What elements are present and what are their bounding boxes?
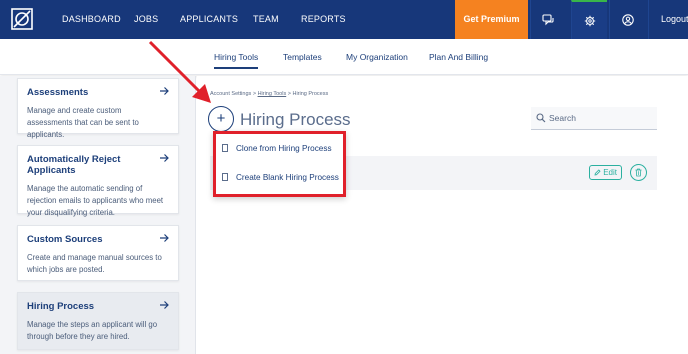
- card-title: Custom Sources: [27, 234, 103, 245]
- card-assessments[interactable]: Assessments Manage and create custom ass…: [17, 78, 179, 139]
- tab-templates[interactable]: Templates: [283, 52, 322, 62]
- tab-hiring-tools[interactable]: Hiring Tools: [214, 52, 259, 69]
- breadcrumb: Account Settings > Hiring Tools > Hiring…: [210, 91, 328, 97]
- arrow-right-icon: [160, 234, 169, 242]
- card-description: Create and manage manual sources to whic…: [27, 253, 162, 274]
- main-content: Account Settings > Hiring Tools > Hiring…: [197, 76, 688, 354]
- card-title: Hiring Process: [27, 301, 95, 312]
- breadcrumb-hiring-process: Hiring Process: [292, 91, 329, 97]
- nav-dashboard[interactable]: DASHBOARD: [62, 0, 121, 39]
- top-navigation: DASHBOARD JOBS APPLICANTS TEAM REPORTS G…: [0, 0, 688, 39]
- logout-button[interactable]: Logout: [648, 0, 688, 39]
- breadcrumb-account-settings[interactable]: Account Settings: [210, 91, 251, 97]
- menu-item-label: Clone from Hiring Process: [236, 144, 332, 153]
- gear-icon: [584, 15, 595, 26]
- card-custom-sources[interactable]: Custom Sources Create and manage manual …: [17, 225, 179, 281]
- chat-icon: [542, 13, 554, 25]
- add-hiring-process-button[interactable]: +: [208, 106, 234, 132]
- edit-label: Edit: [603, 168, 617, 177]
- card-hiring-process[interactable]: Hiring Process Manage the steps an appli…: [17, 292, 179, 350]
- search-icon: [536, 113, 546, 123]
- card-title: Automatically Reject Applicants: [27, 154, 121, 176]
- profile-button[interactable]: [609, 0, 645, 39]
- search-placeholder: Search: [549, 113, 576, 123]
- user-icon: [621, 13, 634, 26]
- nav-applicants[interactable]: APPLICANTS: [180, 0, 238, 39]
- pencil-icon: [594, 169, 601, 176]
- menu-item-create-blank-hiring-process[interactable]: Create Blank Hiring Process: [222, 173, 339, 182]
- card-description: Manage and create custom assessments tha…: [27, 106, 139, 139]
- breadcrumb-separator: >: [252, 91, 257, 97]
- card-automatically-reject-applicants[interactable]: Automatically Reject Applicants Manage t…: [17, 145, 179, 217]
- card-description: Manage the automatic sending of rejectio…: [27, 184, 164, 217]
- document-icon: [222, 144, 228, 152]
- add-menu-dropdown: Clone from Hiring Process Create Blank H…: [213, 131, 346, 197]
- arrow-right-icon: [160, 87, 169, 95]
- delete-button[interactable]: [630, 164, 647, 181]
- nav-team[interactable]: TEAM: [253, 0, 279, 39]
- search-input[interactable]: Search: [531, 107, 657, 130]
- document-icon: [222, 173, 228, 181]
- arrow-right-icon: [160, 154, 169, 162]
- sub-navigation: Hiring Tools Templates My Organization P…: [0, 39, 688, 75]
- sidebar: Assessments Manage and create custom ass…: [0, 76, 196, 354]
- page-title: Hiring Process: [240, 110, 351, 129]
- card-title: Assessments: [27, 87, 89, 98]
- card-description: Manage the steps an applicant will go th…: [27, 320, 158, 341]
- logo-icon[interactable]: [11, 8, 33, 30]
- tab-plan-and-billing[interactable]: Plan And Billing: [429, 52, 488, 62]
- arrow-right-icon: [160, 301, 169, 309]
- get-premium-button[interactable]: Get Premium: [455, 0, 528, 39]
- menu-item-label: Create Blank Hiring Process: [236, 173, 339, 182]
- tab-my-organization[interactable]: My Organization: [346, 52, 408, 62]
- chat-button[interactable]: [530, 0, 566, 39]
- nav-jobs[interactable]: JOBS: [134, 0, 158, 39]
- menu-item-clone-hiring-process[interactable]: Clone from Hiring Process: [222, 144, 332, 153]
- trash-icon: [635, 168, 642, 177]
- edit-button[interactable]: Edit: [589, 165, 622, 180]
- breadcrumb-separator: >: [287, 91, 291, 97]
- breadcrumb-hiring-tools[interactable]: Hiring Tools: [258, 91, 287, 97]
- settings-button[interactable]: [571, 0, 607, 39]
- nav-reports[interactable]: REPORTS: [301, 0, 346, 39]
